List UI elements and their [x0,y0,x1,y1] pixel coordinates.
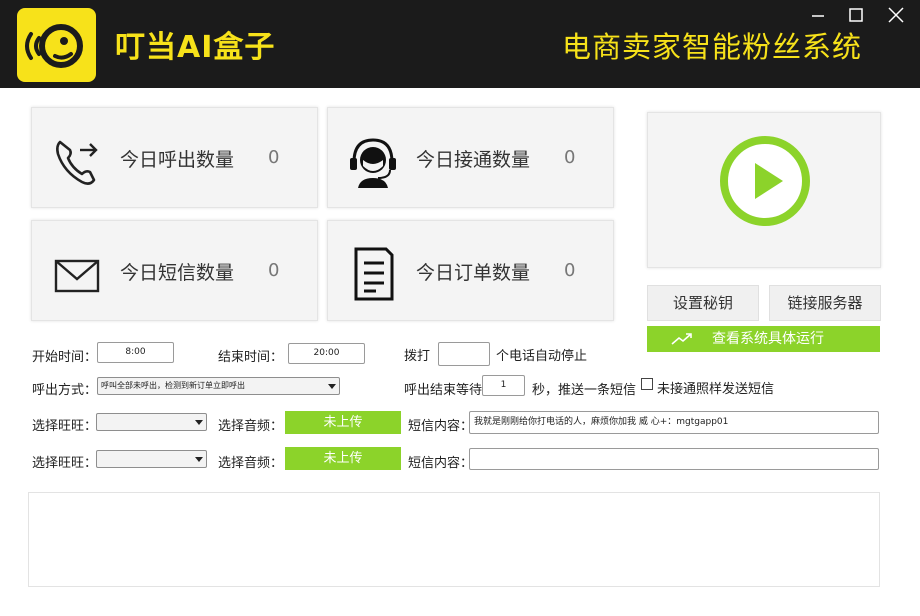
wangwang-label: 选择旺旺： [32,456,98,471]
stat-card-sms: 今日短信数量 0 [31,220,318,321]
wait-seconds-field[interactable]: 1 [482,375,525,396]
app-slogan: 电商卖家智能粉丝系统 [562,30,863,64]
no-answer-sms-checkbox[interactable] [641,378,653,390]
audio-label: 选择音频： [218,419,284,434]
call-mode-label: 呼出方式： [32,383,98,398]
outgoing-call-icon [56,140,98,185]
stat-label: 今日接通数量 [416,149,531,171]
call-mode-select[interactable]: 呼叫全部未呼出，检测到新订单立即呼出 [97,377,340,395]
sms-content-label: 短信内容： [408,456,474,471]
start-time-field[interactable]: 8:00 [97,342,174,363]
close-button[interactable] [882,4,910,26]
envelope-icon [54,259,100,293]
view-run-label: 查看系统具体运行 [712,331,824,347]
app-logo [17,8,96,82]
wangwang-select[interactable] [96,413,207,431]
close-icon [888,7,904,23]
play-icon[interactable] [719,135,811,227]
wangwang-label: 选择旺旺： [32,419,98,434]
dial-count-field[interactable] [438,342,490,366]
start-panel [647,112,881,268]
minimize-button[interactable] [804,4,832,26]
chevron-down-icon [195,457,203,462]
stat-card-connected: 今日接通数量 0 [327,107,614,208]
stat-label: 今日呼出数量 [120,149,235,171]
headset-agent-icon [350,138,396,188]
maximize-button[interactable] [842,4,870,26]
link-server-button[interactable]: 链接服务器 [769,285,881,321]
wait-suffix-label: 秒，推送一条短信 [532,383,637,398]
no-answer-sms-label: 未接通照样发送短信 [657,382,775,397]
upload-audio-button[interactable]: 未上传 [285,447,401,470]
stat-value: 0 [564,147,576,168]
dial-label: 拨打 [404,349,431,364]
call-mode-value: 呼叫全部未呼出，检测到新订单立即呼出 [101,381,245,390]
trend-chart-icon [671,333,692,345]
audio-label: 选择音频： [218,456,284,471]
maximize-icon [849,8,863,22]
sms-content-field[interactable] [469,448,879,470]
wangwang-select[interactable] [96,450,207,468]
stat-value: 0 [268,147,280,168]
stat-card-orders: 今日订单数量 0 [327,220,614,321]
view-run-button[interactable]: 查看系统具体运行 [647,326,880,352]
document-icon [354,247,394,301]
minimize-icon [812,15,824,17]
stat-value: 0 [564,260,576,281]
sms-content-label: 短信内容： [408,419,474,434]
end-time-label: 结束时间： [218,350,284,365]
chevron-down-icon [328,384,336,389]
stat-label: 今日短信数量 [120,262,235,284]
log-output-area[interactable] [28,492,880,587]
title-bar: 叮当AI盒子 电商卖家智能粉丝系统 [0,0,920,88]
start-time-label: 开始时间： [32,350,98,365]
dial-suffix-label: 个电话自动停止 [496,349,588,364]
set-key-button[interactable]: 设置秘钥 [647,285,759,321]
wait-label: 呼出结束等待 [404,383,483,398]
upload-audio-button[interactable]: 未上传 [285,411,401,434]
stat-card-calls-out: 今日呼出数量 0 [31,107,318,208]
app-title: 叮当AI盒子 [115,30,276,65]
bell-logo-icon [25,24,83,68]
chevron-down-icon [195,420,203,425]
stat-label: 今日订单数量 [416,262,531,284]
sms-content-field[interactable]: 我就是刚刚给你打电话的人，麻烦你加我 威 心+：mgtgapp01 [469,411,879,434]
end-time-field[interactable]: 20:00 [288,343,365,364]
stat-value: 0 [268,260,280,281]
